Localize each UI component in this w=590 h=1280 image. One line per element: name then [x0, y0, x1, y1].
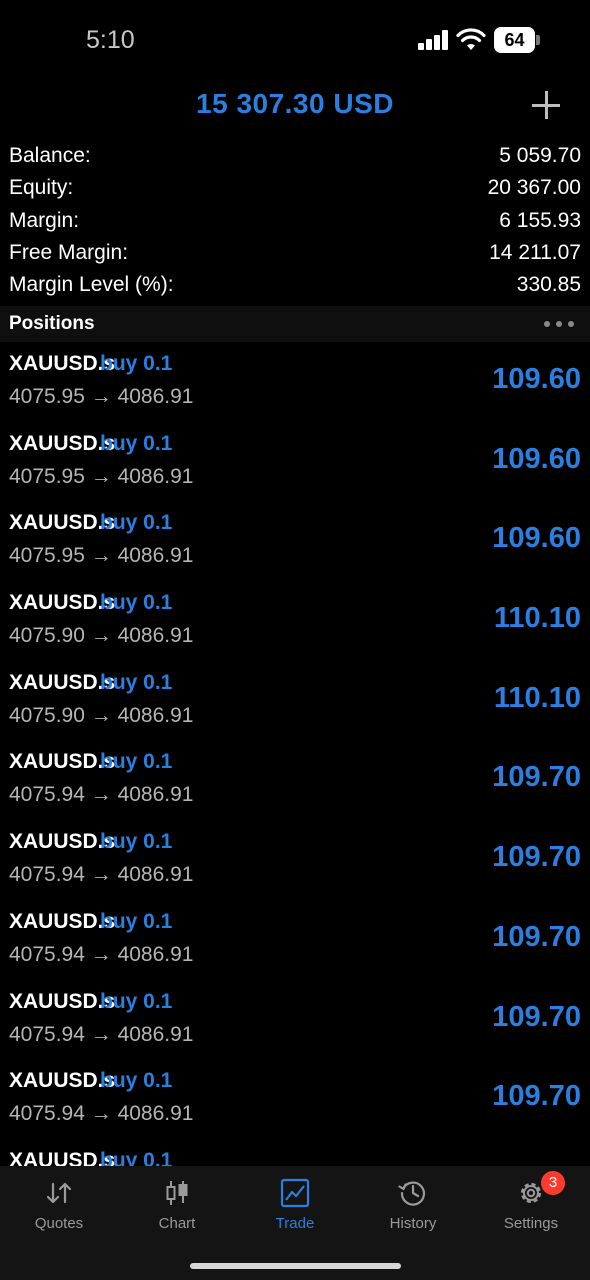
summary-label: Margin:	[9, 208, 80, 232]
home-indicator[interactable]	[190, 1263, 401, 1269]
tab-chart[interactable]: Chart	[118, 1166, 236, 1246]
position-side: buy 0.1	[100, 511, 173, 535]
trade-header: 15 307.30 USD	[0, 80, 590, 130]
position-prices: 4075.94 → 4086.91	[9, 942, 194, 966]
account-total: 15 307.30 USD	[196, 88, 394, 119]
status-bar: 5:10 64	[0, 0, 590, 80]
battery-level: 64	[504, 30, 525, 50]
summary-value: 5 059.70	[499, 144, 581, 167]
summary-value: 6 155.93	[499, 208, 581, 232]
summary-value: 20 367.00	[487, 176, 581, 200]
position-side: buy 0.1	[100, 1069, 173, 1093]
position-profit: 109.70	[492, 1000, 581, 1033]
position-profit: 109.70	[492, 920, 581, 953]
position-side: buy 0.1	[100, 1148, 173, 1166]
position-side: buy 0.1	[100, 670, 173, 694]
position-prices: 4075.94 → 4086.91	[9, 863, 194, 887]
position-profit: 109.70	[492, 841, 581, 874]
wifi-icon	[456, 28, 486, 50]
summary-label: Margin Level (%):	[9, 273, 174, 297]
tab-history[interactable]: History	[354, 1166, 472, 1246]
more-options-icon[interactable]	[544, 321, 574, 327]
summary-label: Free Margin:	[9, 240, 129, 264]
position-profit: 110.10	[493, 602, 581, 635]
history-clock-icon	[398, 1181, 426, 1206]
position-row[interactable]: XAUUSD.s buy 0.1 4075.90 → 4086.91 110.1…	[0, 661, 590, 741]
summary-value: 14 211.07	[489, 240, 581, 264]
summary-row-margin: Margin: 6 155.93	[0, 205, 590, 237]
tab-trade[interactable]: Trade	[236, 1166, 354, 1246]
position-profit: 109.60	[492, 522, 581, 555]
position-row[interactable]: XAUUSD.s buy 0.1	[0, 1139, 590, 1166]
summary-row-margin-level: Margin Level (%): 330.85	[0, 269, 590, 301]
position-side: buy 0.1	[100, 830, 173, 854]
position-side: buy 0.1	[100, 352, 173, 375]
position-profit: 109.70	[492, 1080, 581, 1113]
tab-label: History	[389, 1215, 437, 1232]
summary-label: Balance:	[9, 144, 91, 167]
summary-row-equity: Equity: 20 367.00	[0, 172, 590, 204]
position-prices: 4075.90 → 4086.91	[9, 624, 194, 648]
position-row[interactable]: XAUUSD.s buy 0.1 4075.94 → 4086.91 109.7…	[0, 740, 590, 820]
position-prices: 4075.95 → 4086.91	[9, 385, 194, 408]
positions-list: XAUUSD.s buy 0.1 4075.95 → 4086.91 109.6…	[0, 342, 590, 1166]
tab-bar: Quotes Chart Trade History Settings 3	[0, 1166, 590, 1280]
tab-label: Trade	[275, 1215, 315, 1232]
candlestick-icon	[166, 1181, 188, 1205]
position-prices: 4075.90 → 4086.91	[9, 703, 194, 727]
account-summary: Balance: 5 059.70 Equity: 20 367.00 Marg…	[0, 140, 590, 301]
position-row[interactable]: XAUUSD.s buy 0.1 4075.94 → 4086.91 109.7…	[0, 900, 590, 980]
position-side: buy 0.1	[100, 909, 173, 933]
settings-notification-badge: 3	[541, 1171, 565, 1195]
tab-quotes[interactable]: Quotes	[0, 1166, 118, 1246]
position-profit: 109.60	[492, 363, 581, 395]
position-profit: 109.60	[492, 442, 581, 475]
position-side: buy 0.1	[100, 989, 173, 1013]
position-side: buy 0.1	[100, 591, 173, 615]
position-prices: 4075.95 → 4086.91	[9, 464, 194, 488]
positions-title: Positions	[9, 313, 95, 334]
status-time: 5:10	[86, 26, 135, 54]
position-prices: 4075.94 → 4086.91	[9, 1022, 194, 1046]
position-profit: 110.10	[493, 681, 581, 714]
position-row[interactable]: XAUUSD.s buy 0.1 4075.95 → 4086.91 109.6…	[0, 422, 590, 502]
summary-label: Equity:	[9, 176, 74, 200]
tab-label: Quotes	[34, 1215, 84, 1232]
summary-value: 330.85	[516, 273, 581, 297]
position-row[interactable]: XAUUSD.s buy 0.1 4075.95 → 4086.91 109.6…	[0, 342, 590, 422]
position-row[interactable]: XAUUSD.s buy 0.1 4075.94 → 4086.91 109.7…	[0, 820, 590, 900]
trade-screen: 5:10 64 15 307.30 USD Balance: 5 059.70	[0, 0, 590, 1280]
cellular-signal-icon	[418, 30, 448, 50]
position-prices: 4075.95 → 4086.91	[9, 544, 194, 568]
position-prices: 4075.94 → 4086.91	[9, 783, 194, 807]
tab-settings[interactable]: Settings	[472, 1166, 590, 1246]
positions-header: Positions	[0, 306, 590, 342]
position-row[interactable]: XAUUSD.s buy 0.1 4075.94 → 4086.91 109.7…	[0, 1059, 590, 1139]
tab-label: Settings	[503, 1215, 559, 1232]
quotes-arrows-icon	[46, 1182, 72, 1204]
trade-chart-icon	[280, 1178, 310, 1208]
position-prices: 4075.94 → 4086.91	[9, 1102, 194, 1126]
summary-row-free-margin: Free Margin: 14 211.07	[0, 237, 590, 269]
position-row[interactable]: XAUUSD.s buy 0.1 4075.90 → 4086.91 110.1…	[0, 581, 590, 661]
battery-icon: 64	[494, 27, 540, 53]
summary-row-balance: Balance: 5 059.70	[0, 140, 590, 172]
position-row[interactable]: XAUUSD.s buy 0.1 4075.95 → 4086.91 109.6…	[0, 501, 590, 581]
add-order-icon[interactable]	[531, 90, 561, 120]
position-row[interactable]: XAUUSD.s buy 0.1 4075.94 → 4086.91 109.7…	[0, 980, 590, 1060]
position-profit: 109.70	[492, 761, 581, 794]
tab-label: Chart	[158, 1215, 196, 1232]
position-side: buy 0.1	[100, 431, 173, 455]
position-side: buy 0.1	[100, 750, 173, 774]
